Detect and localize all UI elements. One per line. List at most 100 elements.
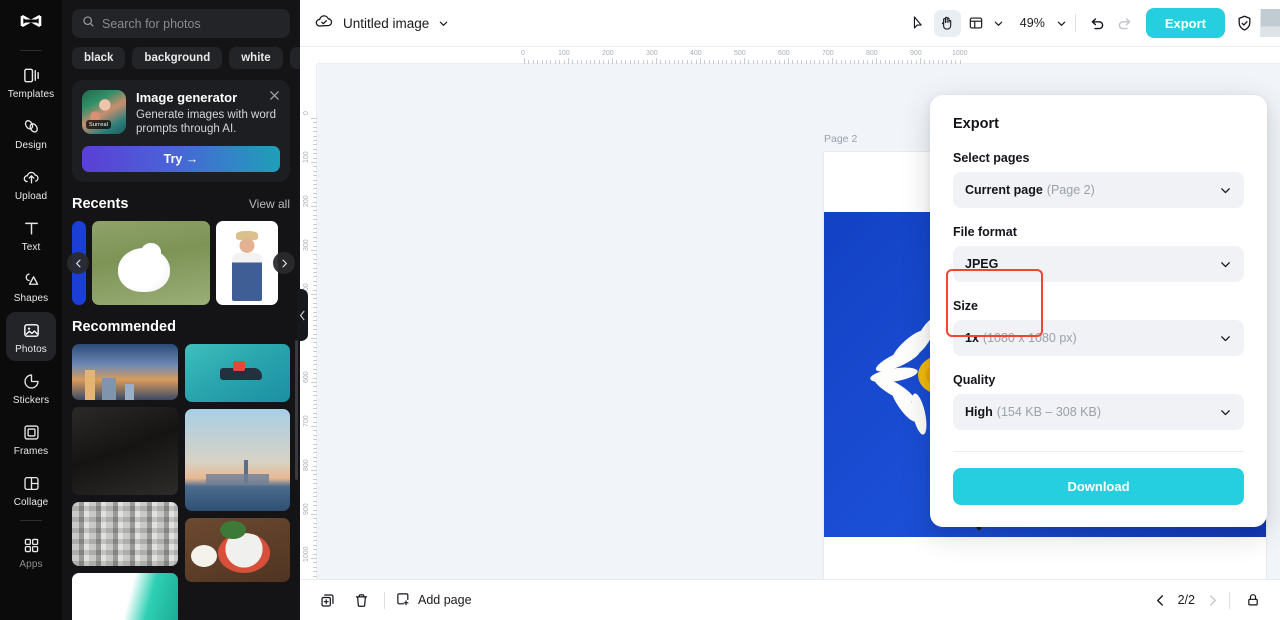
- panel-scrollbar[interactable]: [295, 340, 298, 480]
- download-button[interactable]: Download: [953, 468, 1244, 505]
- photo-tile[interactable]: [184, 518, 290, 582]
- photo-tile[interactable]: [72, 407, 178, 495]
- size-label: Size: [953, 299, 979, 313]
- sidebar-item-frames[interactable]: Frames: [6, 414, 56, 463]
- sidebar-item-label: Frames: [13, 446, 49, 457]
- sidebar-item-upload[interactable]: Upload: [6, 159, 56, 208]
- photo-tile[interactable]: [184, 344, 290, 402]
- undo-button[interactable]: [1084, 10, 1111, 37]
- add-page-label: Add page: [418, 593, 472, 607]
- sidebar-item-design[interactable]: Design: [6, 108, 56, 157]
- stickers-icon: [20, 370, 42, 392]
- ruler-tick-label: 300: [646, 50, 658, 57]
- export-button[interactable]: Export: [1145, 8, 1225, 38]
- sidebar-item-collage[interactable]: Collage: [6, 465, 56, 514]
- avatar[interactable]: [1260, 9, 1280, 37]
- tag-chip[interactable]: black: [72, 47, 126, 69]
- zoom-chevron-down-icon[interactable]: [1056, 18, 1067, 29]
- photo-tile[interactable]: [72, 344, 178, 400]
- sidebar-item-label: Upload: [14, 191, 48, 202]
- sidebar-item-shapes[interactable]: Shapes: [6, 261, 56, 310]
- size-dropdown[interactable]: 1x (1080 x 1080 px): [953, 320, 1244, 356]
- canvas-area[interactable]: Page 2 0 100 200 300 400 500 600 700 800…: [300, 47, 1280, 579]
- frames-icon: [20, 421, 42, 443]
- file-format-value: JPEG: [965, 257, 999, 271]
- close-icon[interactable]: [268, 89, 281, 102]
- promo-card-body: Surreal Image generator Generate images …: [82, 90, 280, 136]
- prev-page-button[interactable]: [1154, 594, 1167, 607]
- recent-thumb[interactable]: [216, 221, 278, 305]
- ruler-tick-label: 0: [303, 111, 310, 115]
- horizontal-ruler[interactable]: 0 100 200 300 400 500 600 700 800 900 10…: [300, 47, 1280, 64]
- select-pages-dropdown[interactable]: Current page (Page 2): [953, 172, 1244, 208]
- promo-title: Image generator: [136, 90, 238, 105]
- size-value: 1x: [965, 331, 979, 345]
- recents-view-all-link[interactable]: View all: [249, 197, 290, 211]
- sidebar-item-stickers[interactable]: Stickers: [6, 363, 56, 412]
- recommended-header: Recommended: [62, 305, 300, 335]
- ruler-corner: [300, 47, 317, 64]
- layout-chevron-down-icon[interactable]: [993, 18, 1004, 29]
- bottom-toolbar-divider: [384, 591, 385, 609]
- ruler-tick-label: 200: [303, 195, 310, 207]
- shield-check-icon[interactable]: [1235, 14, 1254, 33]
- redo-button[interactable]: [1111, 10, 1138, 37]
- select-tool-button[interactable]: [905, 10, 932, 37]
- add-page-button[interactable]: Add page: [395, 591, 472, 610]
- photo-tile[interactable]: [72, 502, 178, 566]
- title-chevron-down-icon[interactable]: [438, 18, 449, 29]
- left-nav-rail: Templates Design Upload Text Shapes Phot…: [0, 0, 62, 620]
- quality-dropdown[interactable]: High (154 KB – 308 KB): [953, 394, 1244, 430]
- zoom-group: 49%: [1018, 16, 1067, 30]
- recents-header: Recents View all: [62, 182, 300, 212]
- tag-chip[interactable]: background: [132, 47, 223, 69]
- sidebar-item-templates[interactable]: Templates: [6, 57, 56, 106]
- recent-thumb[interactable]: [92, 221, 210, 305]
- trash-icon[interactable]: [348, 587, 374, 613]
- chevron-down-icon[interactable]: [1219, 406, 1232, 419]
- next-page-button[interactable]: [1206, 594, 1219, 607]
- chevron-down-icon[interactable]: [1219, 258, 1232, 271]
- search-photos-field[interactable]: [72, 9, 290, 38]
- carousel-next-button[interactable]: [273, 252, 295, 274]
- tag-chip[interactable]: s: [289, 47, 300, 69]
- lock-icon[interactable]: [1240, 587, 1266, 613]
- chevron-down-icon[interactable]: [1219, 184, 1232, 197]
- capcut-editor-app: Templates Design Upload Text Shapes Phot…: [0, 0, 1280, 620]
- document-title[interactable]: Untitled image: [343, 16, 429, 31]
- promo-thumbnail: Surreal: [82, 90, 126, 134]
- promo-description: Generate images with word prompts throug…: [136, 109, 276, 135]
- capcut-logo-icon[interactable]: [15, 10, 47, 40]
- bottom-toolbar-divider-2: [1229, 591, 1230, 609]
- search-input[interactable]: [102, 16, 280, 31]
- file-format-label: File format: [953, 225, 1017, 239]
- ruler-tick-label: 900: [910, 50, 922, 57]
- quality-label: Quality: [953, 373, 996, 387]
- templates-icon: [20, 64, 42, 86]
- sidebar-item-text[interactable]: Text: [6, 210, 56, 259]
- sidebar-item-label: Apps: [19, 559, 43, 570]
- hand-tool-button[interactable]: [933, 9, 961, 37]
- duplicate-page-icon[interactable]: [314, 587, 340, 613]
- carousel-track[interactable]: [72, 221, 290, 305]
- recommended-column-left: [72, 344, 178, 620]
- photo-tile[interactable]: [72, 573, 178, 620]
- recents-title: Recents: [72, 196, 129, 212]
- carousel-prev-button[interactable]: [67, 252, 89, 274]
- ruler-tick-label: 0: [521, 50, 525, 57]
- layout-grid-tool-button[interactable]: [963, 10, 990, 37]
- photos-panel: black background white s Surreal Image g…: [62, 0, 300, 620]
- photo-tile[interactable]: [184, 409, 290, 511]
- chevron-down-icon[interactable]: [1219, 332, 1232, 345]
- quality-detail: (154 KB – 308 KB): [996, 405, 1102, 419]
- tag-chip[interactable]: white: [229, 47, 283, 69]
- file-format-dropdown[interactable]: JPEG: [953, 246, 1244, 282]
- size-detail: (1080 x 1080 px): [982, 331, 1077, 345]
- upload-cloud-icon: [20, 166, 42, 188]
- collapse-panel-handle[interactable]: [297, 289, 308, 341]
- sidebar-item-apps[interactable]: Apps: [6, 527, 56, 576]
- try-image-generator-button[interactable]: Try →: [82, 146, 280, 172]
- cloud-saved-icon: [314, 11, 334, 36]
- ruler-tick-label: 700: [822, 50, 834, 57]
- sidebar-item-photos[interactable]: Photos: [6, 312, 56, 361]
